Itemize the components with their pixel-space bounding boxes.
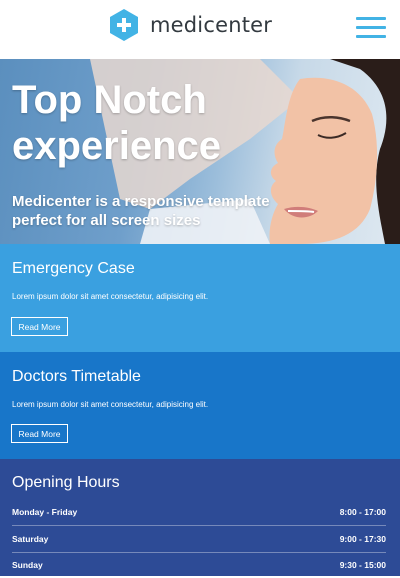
hours-row: Saturday 9:00 - 17:30 bbox=[12, 526, 386, 552]
hours-day: Sunday bbox=[12, 560, 43, 570]
hamburger-menu-icon[interactable] bbox=[356, 15, 386, 41]
hero-title: Top Notch experience bbox=[12, 78, 222, 168]
site-header: medicenter bbox=[0, 0, 400, 59]
hours-day: Monday - Friday bbox=[12, 507, 78, 517]
hours-time: 8:00 - 17:00 bbox=[339, 507, 386, 517]
hours-time: 9:00 - 17:30 bbox=[339, 534, 386, 544]
emergency-read-more-button[interactable]: Read More bbox=[11, 317, 68, 336]
doctors-title: Doctors Timetable bbox=[12, 368, 141, 385]
doctors-read-more-button[interactable]: Read More bbox=[11, 424, 68, 443]
opening-hours-title: Opening Hours bbox=[12, 474, 120, 491]
hours-time: 9:30 - 15:00 bbox=[339, 560, 386, 570]
logo[interactable]: medicenter bbox=[108, 8, 272, 42]
doctors-timetable-section: Doctors Timetable Lorem ipsum dolor sit … bbox=[0, 352, 400, 459]
hours-day: Saturday bbox=[12, 534, 49, 544]
emergency-text: Lorem ipsum dolor sit amet consectetur, … bbox=[12, 292, 209, 301]
emergency-case-section: Emergency Case Lorem ipsum dolor sit ame… bbox=[0, 244, 400, 352]
opening-hours-section: Opening Hours Monday - Friday 8:00 - 17:… bbox=[0, 459, 400, 576]
hero-subtitle: Medicenter is a responsive template perf… bbox=[12, 193, 270, 229]
hours-row: Sunday 9:30 - 15:00 bbox=[12, 552, 386, 578]
doctors-text: Lorem ipsum dolor sit amet consectetur, … bbox=[12, 400, 209, 409]
logo-text: medicenter bbox=[150, 13, 273, 37]
emergency-title: Emergency Case bbox=[12, 260, 135, 277]
hero-banner: Top Notch experience Medicenter is a res… bbox=[0, 59, 400, 244]
hours-row: Monday - Friday 8:00 - 17:00 bbox=[12, 499, 386, 525]
hexagon-plus-icon bbox=[110, 9, 138, 41]
